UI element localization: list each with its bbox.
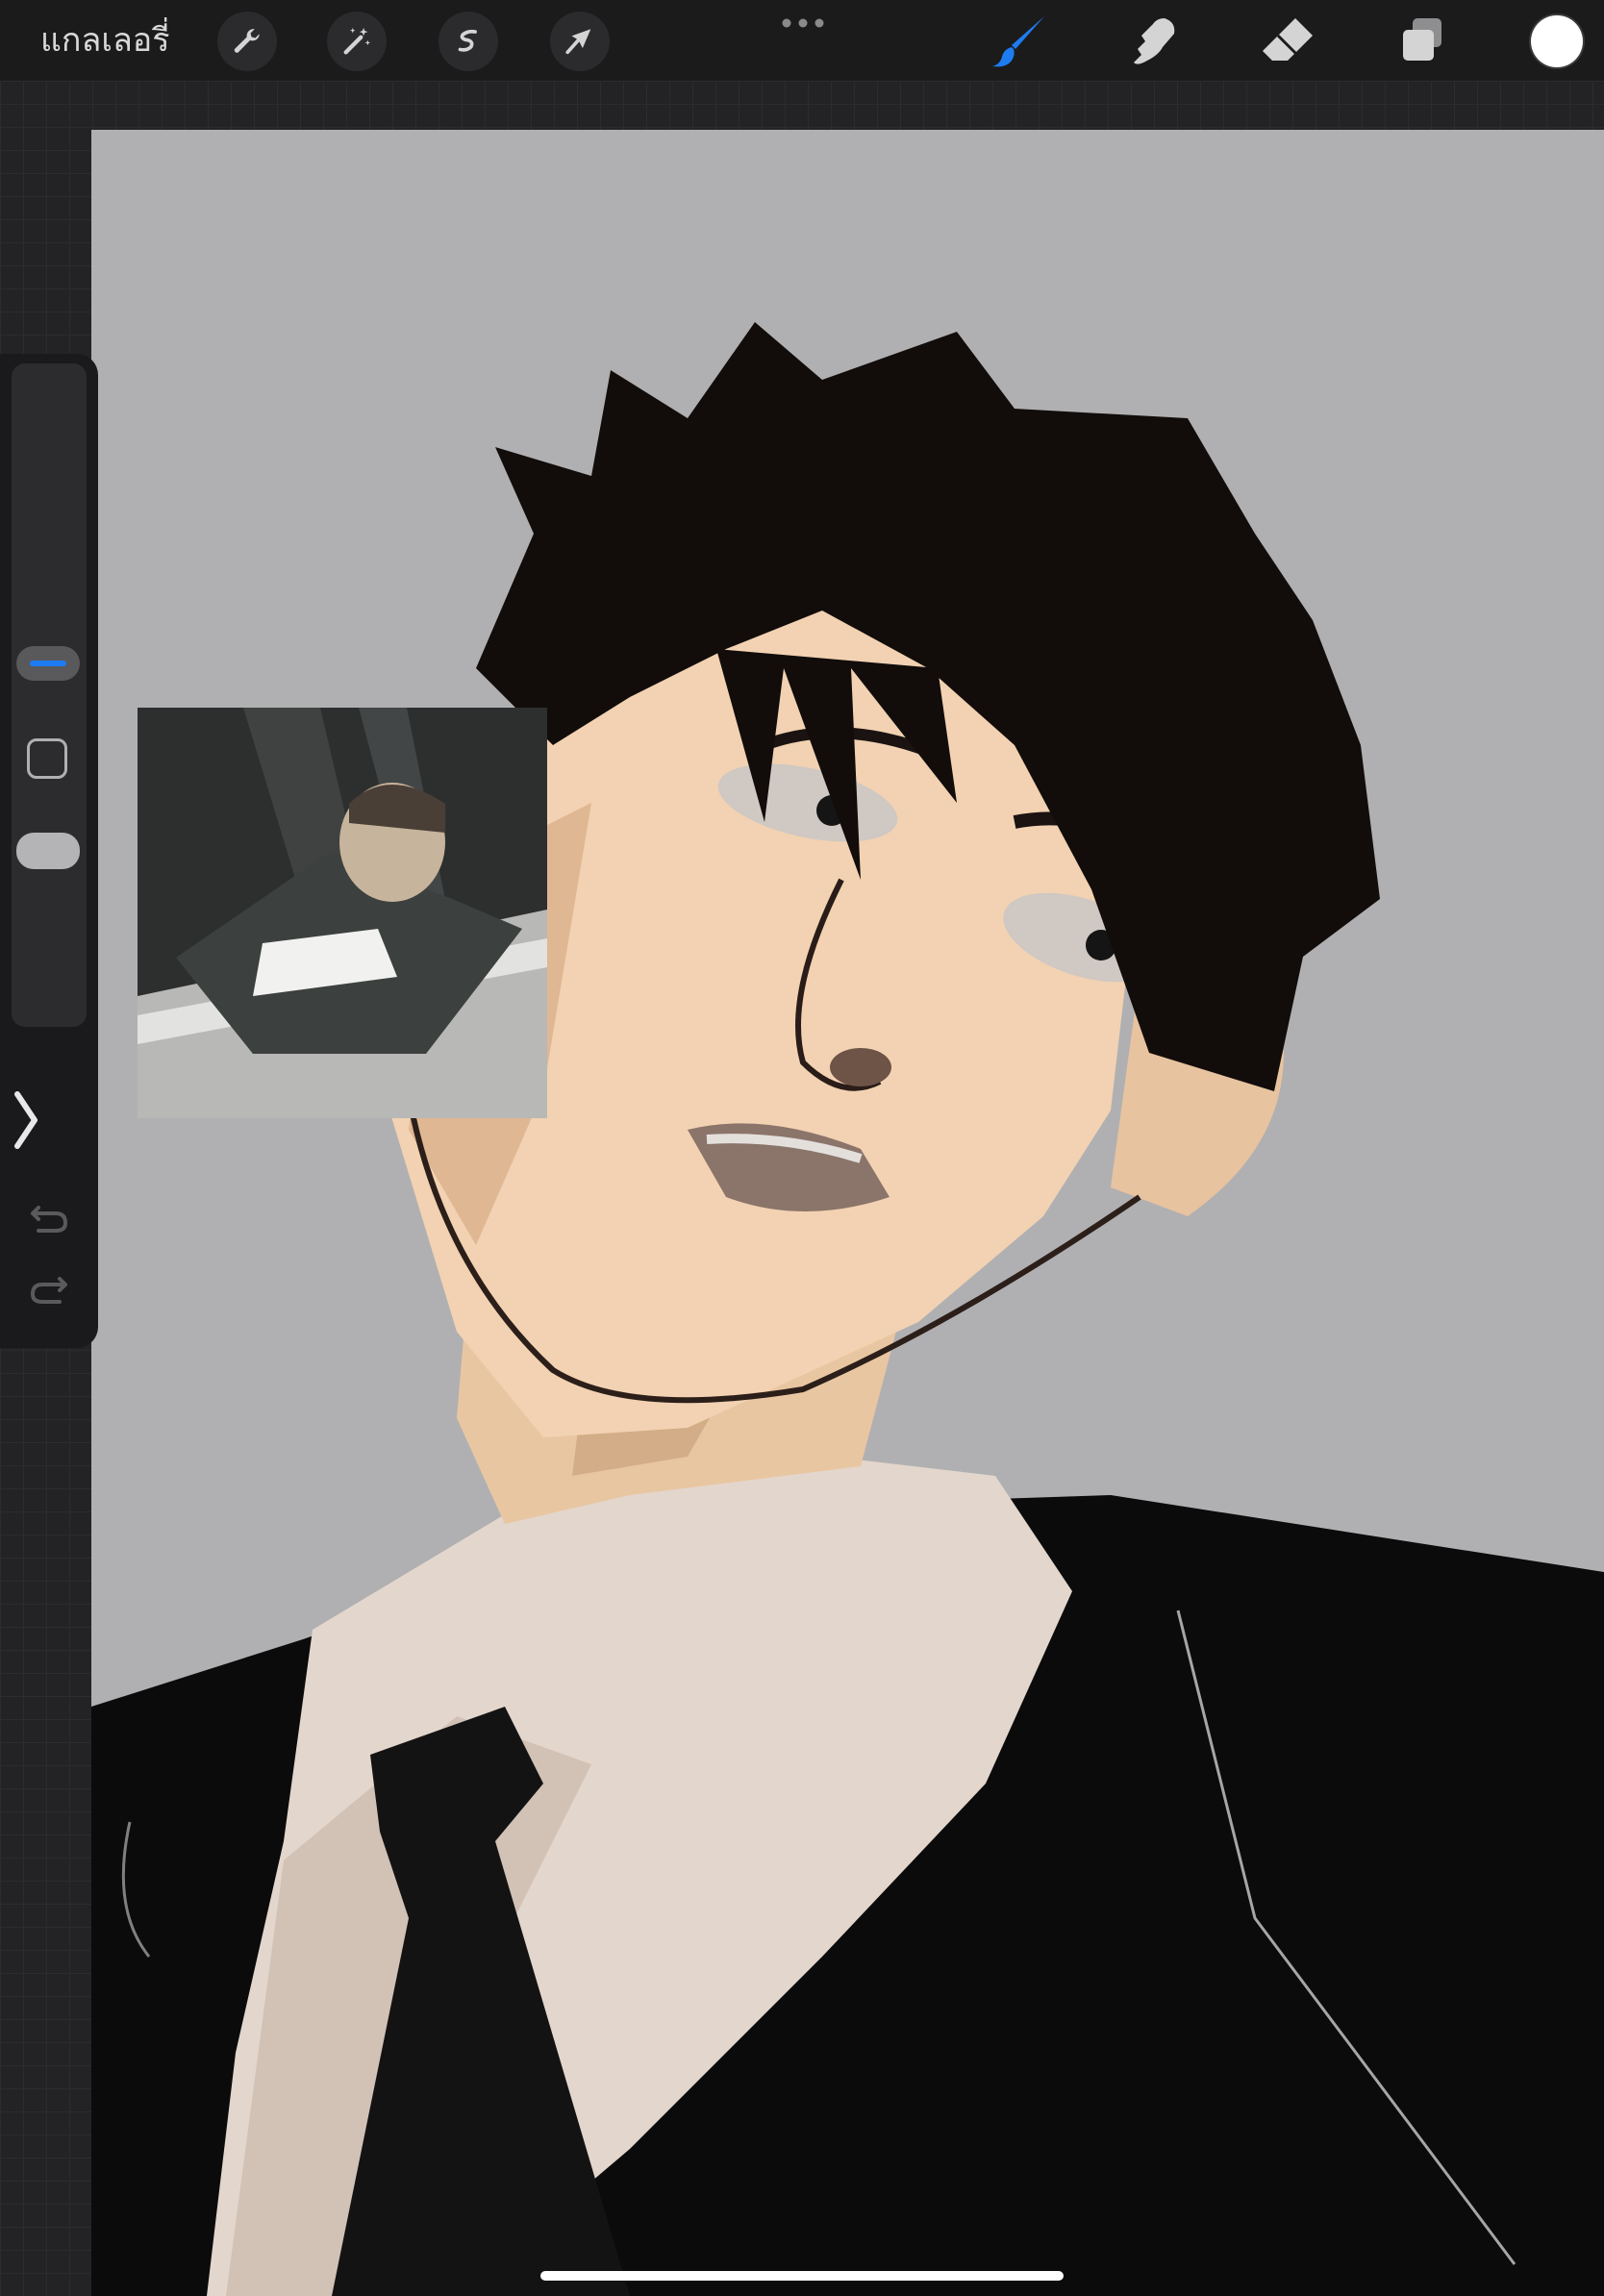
brush-tool-button[interactable] (988, 10, 1051, 73)
modify-button[interactable] (27, 738, 67, 779)
redo-icon[interactable] (23, 1267, 75, 1319)
magic-wand-icon (343, 27, 371, 55)
brush-size-indicator (30, 661, 66, 666)
gallery-button[interactable]: แกลเลอรี่ (40, 19, 169, 62)
brush-size-handle[interactable] (16, 646, 80, 681)
color-picker-button[interactable] (1531, 15, 1583, 67)
selection-icon (458, 29, 477, 52)
chevron-right-icon (14, 1091, 38, 1149)
sidebar-collapse-tab[interactable] (0, 1048, 54, 1192)
home-indicator[interactable] (540, 2271, 1064, 2281)
reference-image-window[interactable] (138, 708, 547, 1118)
adjustments-button[interactable] (327, 12, 387, 71)
artwork (91, 322, 1604, 2296)
layers-icon (1403, 18, 1441, 61)
transform-button[interactable] (550, 12, 610, 71)
brush-icon (992, 16, 1044, 67)
smudge-icon (1134, 18, 1175, 64)
layers-button[interactable] (1391, 10, 1454, 73)
more-options-icon[interactable] (779, 13, 827, 33)
left-sidebar (0, 354, 98, 1348)
transform-arrow-icon (565, 29, 591, 55)
selection-button[interactable] (439, 12, 498, 71)
reference-image (138, 708, 547, 1118)
top-toolbar: แกลเลอรี่ (0, 0, 1604, 81)
eraser-tool-button[interactable] (1256, 10, 1319, 73)
actions-button[interactable] (217, 12, 277, 71)
undo-icon[interactable] (23, 1190, 75, 1242)
wrench-icon (234, 29, 260, 53)
brush-size-slider[interactable] (12, 363, 87, 1027)
drawing-canvas[interactable] (91, 130, 1604, 2296)
opacity-slider-handle[interactable] (16, 833, 80, 869)
smudge-tool-button[interactable] (1123, 10, 1187, 73)
eraser-icon (1263, 18, 1313, 61)
